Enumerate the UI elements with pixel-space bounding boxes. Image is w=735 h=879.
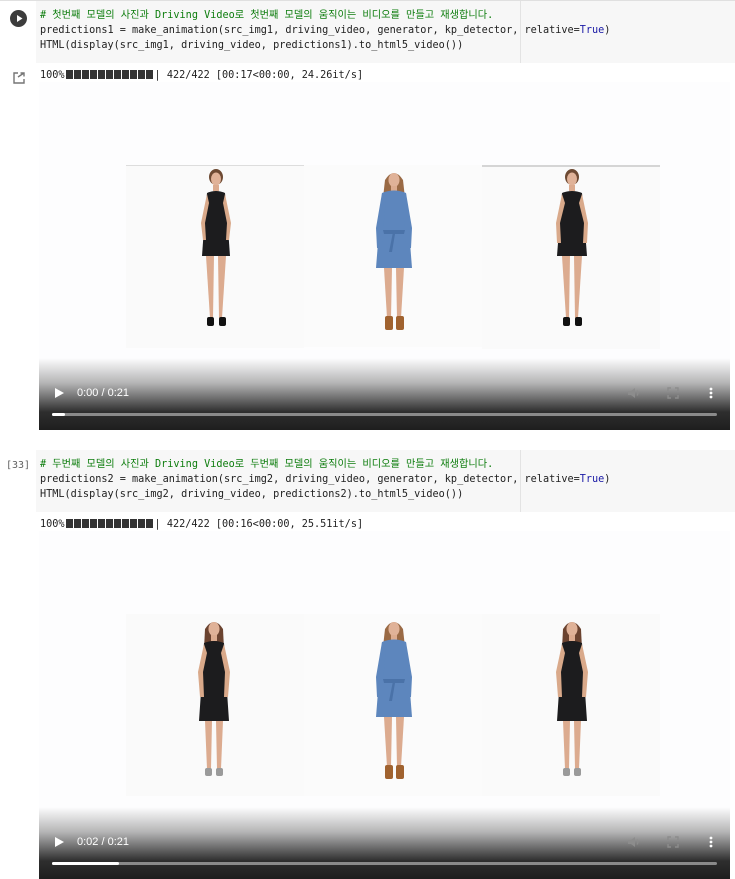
progress-bar	[65, 519, 154, 528]
code-line-3: HTML(display(src_img1, driving_video, pr…	[40, 40, 464, 51]
code-text: predictions2 = make_animation(src_img2, …	[40, 474, 580, 485]
code-line-2: predictions2 = make_animation(src_img2, …	[40, 474, 611, 485]
video-player-1[interactable]: 0:00 / 0:21	[39, 82, 730, 430]
video-seek-bar[interactable]	[52, 862, 717, 865]
model-black-dress-figure	[201, 169, 231, 326]
video-time: 0:00 / 0:21	[77, 387, 129, 399]
video-seek-progress	[52, 413, 66, 416]
code-text: predictions1 = make_animation(src_img1, …	[40, 25, 580, 36]
progress-bar	[65, 70, 154, 79]
progress-stats: | 422/422 [00:16<00:00, 25.51it/s]	[154, 519, 364, 530]
model-black-dress-figure	[198, 622, 230, 776]
model-denim-dress-figure	[376, 622, 412, 779]
code-line-3: HTML(display(src_img2, driving_video, pr…	[40, 489, 464, 500]
code-comment-line: # 첫번째 모델의 사진과 Driving Video로 첫번째 모델의 움직이…	[40, 10, 494, 21]
fullscreen-icon[interactable]	[666, 386, 680, 400]
fullscreen-icon[interactable]	[666, 835, 680, 849]
play-icon[interactable]	[53, 836, 65, 848]
video-player-2[interactable]: 0:02 / 0:21	[39, 531, 730, 879]
code-keyword-true: True	[579, 25, 605, 36]
code-editor[interactable]: # 첫번째 모델의 사진과 Driving Video로 첫번째 모델의 움직이…	[36, 1, 735, 63]
video-seek-progress	[52, 862, 119, 865]
video-time: 0:02 / 0:21	[77, 836, 129, 848]
video-controls: 0:02 / 0:21	[39, 807, 730, 879]
progress-percent: 100%	[40, 70, 65, 81]
play-circle-icon	[17, 15, 23, 22]
code-editor[interactable]: # 두번째 모델의 사진과 Driving Video로 두번째 모델의 움직이…	[36, 450, 735, 512]
progress-output: 100% | 422/422 [00:16<00:00, 25.51it/s]	[40, 519, 363, 530]
video-seek-bar[interactable]	[52, 413, 717, 416]
output-arrow-icon[interactable]	[12, 71, 26, 85]
model-denim-dress-figure	[376, 173, 412, 330]
code-cell-1[interactable]: # 첫번째 모델의 사진과 Driving Video로 첫번째 모델의 움직이…	[0, 1, 735, 63]
volume-icon[interactable]	[627, 835, 641, 849]
code-cell-2[interactable]: [33] # 두번째 모델의 사진과 Driving Video로 두번째 모델…	[0, 450, 735, 512]
code-line-2: predictions1 = make_animation(src_img1, …	[40, 25, 611, 36]
code-comment-line: # 두번째 모델의 사진과 Driving Video로 두번째 모델의 움직이…	[40, 459, 494, 470]
execution-count: [33]	[6, 460, 31, 471]
video-controls: 0:00 / 0:21	[39, 358, 730, 430]
progress-percent: 100%	[40, 519, 65, 530]
code-keyword-true: True	[579, 474, 605, 485]
more-vert-icon[interactable]	[704, 386, 718, 400]
model-generated-figure	[556, 622, 588, 776]
volume-icon[interactable]	[627, 386, 641, 400]
play-icon[interactable]	[53, 387, 65, 399]
run-cell-button[interactable]	[10, 10, 27, 27]
model-generated-figure	[556, 169, 588, 326]
progress-output: 100% | 422/422 [00:17<00:00, 24.26it/s]	[40, 70, 363, 81]
progress-stats: | 422/422 [00:17<00:00, 24.26it/s]	[154, 70, 364, 81]
more-vert-icon[interactable]	[704, 835, 718, 849]
